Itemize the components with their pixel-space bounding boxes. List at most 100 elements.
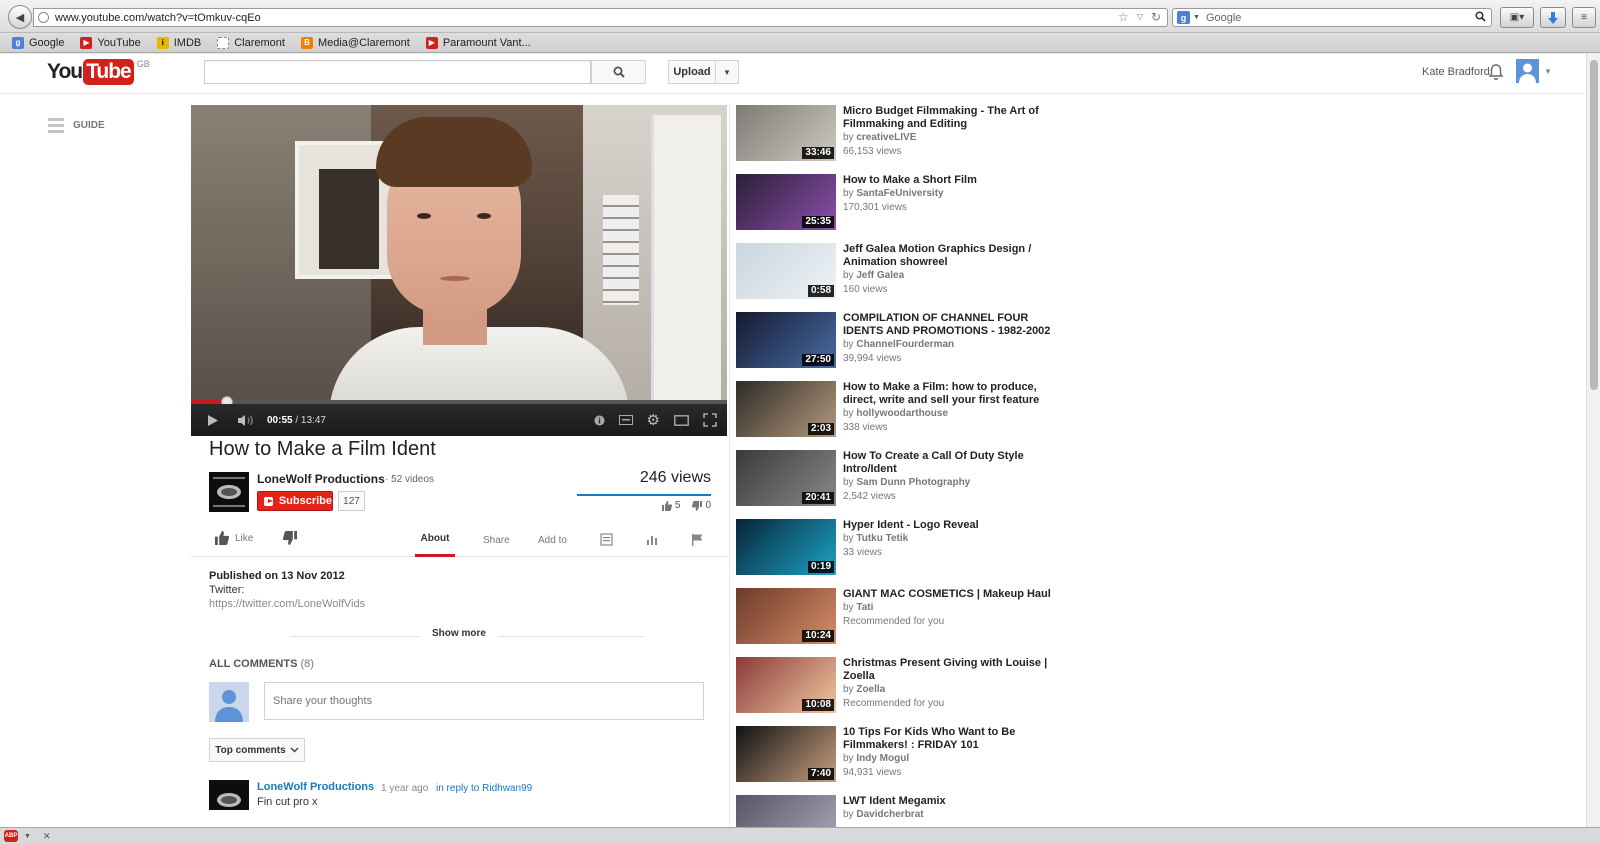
channel-avatar[interactable]	[209, 472, 249, 512]
magnifier-icon[interactable]	[1475, 11, 1486, 25]
browser-search-bar[interactable]: g ▼ Google	[1172, 8, 1492, 27]
tab-about[interactable]: About	[415, 523, 455, 557]
bookmark-google[interactable]: g Google	[12, 36, 64, 49]
related-video-item[interactable]: 27:50 COMPILATION OF CHANNEL FOUR IDENTS …	[736, 312, 1066, 381]
related-video-item[interactable]: 25:35 How to Make a Short Film by SantaFeU…	[736, 174, 1066, 243]
reload-icon[interactable]: ↻	[1151, 10, 1161, 24]
comment-input[interactable]	[264, 682, 704, 720]
related-video-title[interactable]: COMPILATION OF CHANNEL FOUR IDENTS AND P…	[843, 312, 1058, 338]
bookmark-media-claremont[interactable]: B Media@Claremont	[300, 36, 410, 49]
menu-button[interactable]: ≡	[1572, 7, 1596, 28]
bookmark-youtube[interactable]: ▶ YouTube	[80, 36, 141, 49]
captions-button[interactable]	[618, 415, 633, 425]
channel-name[interactable]: LoneWolf Productions	[257, 472, 385, 486]
video-title: How to Make a Film Ident	[209, 438, 436, 460]
notifications-bell-icon[interactable]	[1488, 63, 1504, 81]
related-video-item[interactable]: 0:19 Hyper Ident - Logo Reveal by Tutku Te…	[736, 519, 1066, 588]
related-video-title[interactable]: LWT Ident Megamix	[843, 795, 1058, 808]
bookmark-imdb[interactable]: i IMDB	[156, 36, 201, 49]
adblock-icon[interactable]: ABP	[4, 830, 18, 842]
video-thumbnail[interactable]: 10:24	[736, 588, 836, 644]
like-button[interactable]: Like	[215, 531, 253, 545]
user-avatar[interactable]	[1516, 59, 1539, 83]
back-button[interactable]: ◀	[8, 5, 32, 29]
related-video-item[interactable]: 10:24 GIANT MAC COSMETICS | Makeup Haul by…	[736, 588, 1066, 657]
youtube-logo[interactable]: You Tube GB	[47, 59, 150, 85]
video-thumbnail[interactable]: 10:08	[736, 657, 836, 713]
theater-mode-button[interactable]	[674, 414, 689, 426]
related-video-title[interactable]: 10 Tips For Kids Who Want to Be Filmmake…	[843, 726, 1058, 752]
comment-sort-dropdown[interactable]: Top comments	[209, 738, 305, 762]
comment-timestamp[interactable]: 1 year ago	[381, 783, 428, 794]
show-more-button[interactable]: Show more	[420, 628, 498, 639]
scrollbar-thumb[interactable]	[1590, 60, 1598, 390]
address-bar[interactable]: www.youtube.com/watch?v=tOmkuv-cqEo ☆ ▽ …	[33, 8, 1168, 27]
related-video-title[interactable]: Jeff Galea Motion Graphics Design / Anim…	[843, 243, 1058, 269]
google-engine-icon[interactable]: g	[1177, 11, 1190, 24]
annotations-button[interactable]	[594, 415, 605, 426]
comment-reply-link[interactable]: in reply to Ridhwan99	[436, 783, 532, 794]
comment-author[interactable]: LoneWolf Productions	[257, 781, 374, 793]
statistics-button[interactable]	[646, 533, 659, 546]
video-thumbnail[interactable]: 2:03	[736, 381, 836, 437]
video-thumbnail[interactable]: 7:40	[736, 726, 836, 782]
blogger-icon: B	[300, 36, 313, 49]
video-thumbnail[interactable]	[736, 795, 836, 827]
bookmark-claremont[interactable]: Claremont	[217, 36, 285, 49]
volume-button[interactable]	[237, 414, 255, 427]
upload-menu-button[interactable]: ▼	[716, 60, 739, 84]
guide-button[interactable]: GUIDE	[48, 118, 105, 133]
thumbs-down-icon	[283, 531, 297, 545]
bookmark-paramount[interactable]: ▶ Paramount Vant...	[425, 36, 531, 49]
video-thumbnail[interactable]: 25:35	[736, 174, 836, 230]
related-video-title[interactable]: Hyper Ident - Logo Reveal	[843, 519, 1058, 532]
screenshot-button[interactable]: ▣▾	[1500, 7, 1534, 28]
related-video-item[interactable]: 10:08 Christmas Present Giving with Louis…	[736, 657, 1066, 726]
transcript-button[interactable]	[600, 533, 613, 546]
subscribe-button[interactable]: Subscribe	[257, 491, 333, 511]
account-caret-icon[interactable]: ▼	[1544, 67, 1552, 76]
related-video-item[interactable]: 2:03 How to Make a Film: how to produce, …	[736, 381, 1066, 450]
related-video-title[interactable]: How To Create a Call Of Duty Style Intro…	[843, 450, 1058, 476]
related-video-item[interactable]: 0:58 Jeff Galea Motion Graphics Design / …	[736, 243, 1066, 312]
video-thumbnail[interactable]: 33:46	[736, 105, 836, 161]
downloads-button[interactable]	[1540, 7, 1566, 28]
channel-video-count[interactable]: · 52 videos	[385, 474, 434, 485]
video-thumbnail[interactable]: 20:41	[736, 450, 836, 506]
upload-button[interactable]: Upload	[668, 60, 716, 84]
browser-search-placeholder: Google	[1205, 11, 1242, 24]
search-button[interactable]	[591, 60, 646, 84]
commenter-avatar[interactable]	[209, 780, 249, 810]
tab-add-to[interactable]: Add to	[538, 535, 567, 546]
related-video-title[interactable]: How to Make a Film: how to produce, dire…	[843, 381, 1058, 407]
related-video-title[interactable]: How to Make a Short Film	[843, 174, 1058, 187]
adblock-caret-icon[interactable]: ▼	[24, 833, 31, 840]
engine-caret-icon[interactable]: ▼	[1193, 14, 1200, 21]
user-name[interactable]: Kate Bradford	[1422, 66, 1490, 78]
related-video-title[interactable]: GIANT MAC COSMETICS | Makeup Haul	[843, 588, 1058, 601]
like-stat: 5	[661, 500, 680, 511]
twitter-link[interactable]: https://twitter.com/LoneWolfVids	[209, 598, 365, 610]
fullscreen-button[interactable]	[703, 413, 717, 427]
dislike-button[interactable]	[283, 531, 297, 545]
video-frame[interactable]	[191, 105, 727, 400]
tab-share[interactable]: Share	[483, 535, 510, 546]
related-video-item[interactable]: LWT Ident Megamix by Davidcherbrat	[736, 795, 1066, 827]
video-thumbnail[interactable]: 0:58	[736, 243, 836, 299]
report-button[interactable]	[691, 533, 704, 546]
search-input[interactable]	[204, 60, 591, 84]
play-button[interactable]	[207, 414, 219, 427]
related-video-title[interactable]: Micro Budget Filmmaking - The Art of Fil…	[843, 105, 1058, 131]
related-video-title[interactable]: Christmas Present Giving with Louise | Z…	[843, 657, 1058, 683]
video-thumbnail[interactable]: 27:50	[736, 312, 836, 368]
video-player[interactable]: 00:55 / 13:47 ⚙	[191, 105, 727, 436]
related-video-item[interactable]: 20:41 How To Create a Call Of Duty Style …	[736, 450, 1066, 519]
page-scrollbar[interactable]	[1586, 54, 1600, 827]
related-video-item[interactable]: 33:46 Micro Budget Filmmaking - The Art o…	[736, 105, 1066, 174]
related-video-item[interactable]: 7:40 10 Tips For Kids Who Want to Be Film…	[736, 726, 1066, 795]
bookmark-star-icon[interactable]: ☆	[1118, 10, 1129, 24]
settings-button[interactable]: ⚙	[647, 411, 660, 429]
close-icon[interactable]: ✕	[43, 831, 51, 842]
video-thumbnail[interactable]: 0:19	[736, 519, 836, 575]
history-dropdown-icon[interactable]: ▽	[1137, 12, 1143, 24]
